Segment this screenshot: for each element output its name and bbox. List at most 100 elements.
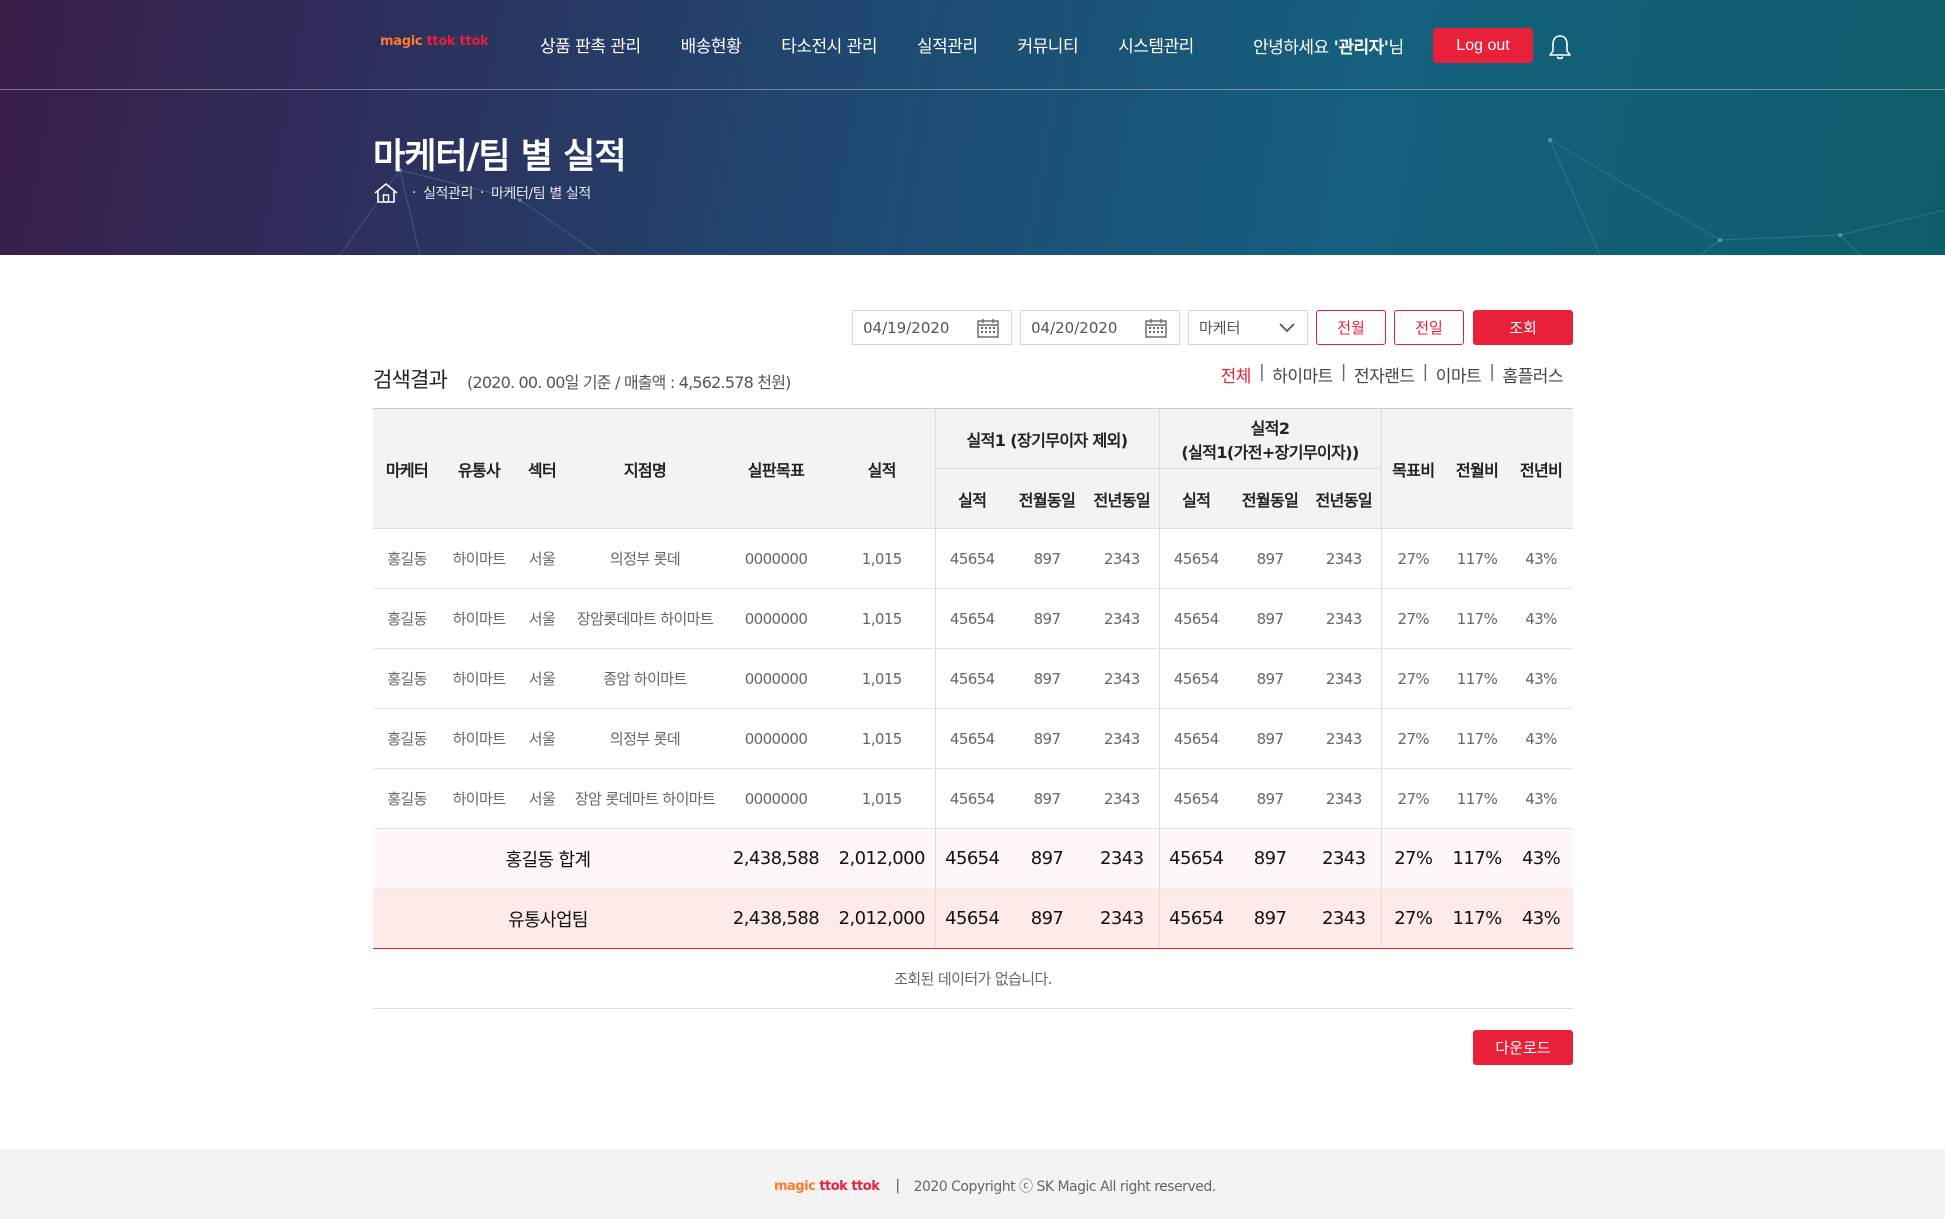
cell-target-ratio: 27% [1380, 528, 1446, 589]
tab-separator: | [1258, 362, 1265, 382]
cell-g1-yoy: 2343 [1085, 888, 1160, 949]
breadcrumb-separator: · [479, 185, 485, 201]
cell-g2-perf: 45654 [1158, 588, 1234, 649]
bell-icon[interactable] [1548, 33, 1572, 61]
cell-distributor: 하이마트 [441, 708, 517, 769]
header-group2-line2: (실적1(가전+장기무이자)) [1181, 442, 1359, 462]
cell-sector: 서울 [517, 708, 567, 769]
cell-yoy-ratio: 43% [1509, 588, 1574, 649]
cell-target-ratio: 27% [1380, 648, 1446, 709]
tab-separator: | [1489, 362, 1495, 382]
footer-separator: | [895, 1178, 900, 1194]
table-row: 홍길동 하이마트 서울 의정부 롯데 0000000 1,015 45654 897 2343 4… [373, 528, 1574, 589]
nav-item-system[interactable]: 시스템관리 [1118, 32, 1194, 57]
cell-distributor: 하이마트 [441, 588, 517, 649]
nav-item-delivery[interactable]: 배송현황 [681, 32, 742, 57]
cell-performance: 1,015 [829, 648, 935, 709]
search-button[interactable]: 조회 [1473, 310, 1573, 345]
breadcrumb-item-performance[interactable]: 실적관리 [423, 183, 473, 203]
cell-g1-mom: 897 [1009, 708, 1085, 769]
logo-text-part1: magic [380, 34, 427, 49]
cell-target-ratio: 27% [1380, 828, 1446, 889]
cell-g1-mom: 897 [1009, 768, 1085, 829]
calendar-icon[interactable] [977, 318, 999, 338]
cell-performance: 1,015 [829, 768, 935, 829]
cell-marketer: 홍길동 [373, 588, 441, 649]
date-to-input[interactable]: 04/20/2020 [1020, 310, 1180, 345]
prev-month-button[interactable]: 전월 [1316, 310, 1386, 345]
result-title: 검색결과 [373, 368, 448, 392]
cell-marketer: 홍길동 [373, 768, 441, 829]
header-performance: 실적 [829, 408, 935, 529]
performance-table: 마케터 유통사 섹터 지점명 실판목표 실적 실적1 (장기무이자 제외) 실적… [373, 408, 1574, 1009]
calendar-icon[interactable] [1145, 318, 1167, 338]
cell-yoy-ratio: 43% [1509, 828, 1574, 889]
tab-homeplus[interactable]: 홈플러스 [1502, 362, 1563, 387]
cell-g1-mom: 897 [1009, 588, 1085, 649]
nav-item-display[interactable]: 타소전시 관리 [781, 32, 877, 57]
home-icon[interactable] [373, 182, 399, 204]
page-title: 마케터/팀 별 실적 [373, 137, 627, 177]
logout-button[interactable]: Log out [1433, 28, 1533, 63]
empty-message: 조회된 데이터가 없습니다. [373, 948, 1574, 1009]
select-value: 마케터 [1199, 319, 1241, 337]
tab-electroland[interactable]: 전자랜드 [1354, 362, 1415, 387]
cell-g1-yoy: 2343 [1085, 768, 1160, 829]
tab-himart[interactable]: 하이마트 [1272, 362, 1333, 387]
prev-day-button[interactable]: 전일 [1394, 310, 1464, 345]
cell-g2-mom: 897 [1233, 828, 1308, 889]
cell-performance: 2,012,000 [829, 828, 935, 889]
footer-logo: magic ttok ttok [774, 1179, 880, 1194]
cell-g1-perf: 45654 [934, 528, 1009, 589]
cell-g1-yoy: 2343 [1085, 708, 1160, 769]
nav-item-performance[interactable]: 실적관리 [917, 32, 978, 57]
marketer-select[interactable]: 마케터 [1188, 310, 1308, 345]
table-row: 홍길동 하이마트 서울 장암 롯데마트 하이마트 0000000 1,015 45654 89… [373, 768, 1574, 829]
cell-g2-mom: 897 [1233, 888, 1308, 949]
cell-target: 0000000 [723, 648, 829, 709]
header-group2: 실적2 (실적1(가전+장기무이자)) [1158, 408, 1382, 469]
cell-performance: 1,015 [829, 528, 935, 589]
cell-performance: 1,015 [829, 708, 935, 769]
cell-g2-mom: 897 [1233, 708, 1308, 769]
nav-item-community[interactable]: 커뮤니티 [1018, 32, 1079, 57]
tab-all[interactable]: 전체 [1221, 362, 1252, 387]
cell-mom-ratio: 117% [1445, 528, 1510, 589]
cell-g1-yoy: 2343 [1085, 828, 1160, 889]
cell-target-ratio: 27% [1380, 588, 1446, 649]
cell-mom-ratio: 117% [1445, 588, 1510, 649]
cell-target: 0000000 [723, 528, 829, 589]
header-target-ratio: 목표비 [1380, 408, 1446, 529]
chevron-down-icon [1279, 322, 1295, 332]
cell-g2-perf: 45654 [1158, 828, 1234, 889]
cell-sector: 서울 [517, 768, 567, 829]
nav-item-promotion[interactable]: 상품 판촉 관리 [540, 32, 641, 57]
cell-branch: 장암롯데마트 하이마트 [567, 588, 723, 649]
cell-g2-perf: 45654 [1158, 708, 1234, 769]
cell-distributor: 하이마트 [441, 648, 517, 709]
main-nav: 상품 판촉 관리 배송현황 타소전시 관리 실적관리 커뮤니티 시스템관리 [540, 32, 1234, 57]
cell-target: 0000000 [723, 588, 829, 649]
cell-target-ratio: 27% [1380, 708, 1446, 769]
tab-emart[interactable]: 이마트 [1436, 362, 1482, 387]
result-subtitle: (2020. 00. 00일 기준 / 매출액 : 4,562.578 천원) [467, 373, 791, 392]
date-from-input[interactable]: 04/19/2020 [852, 310, 1012, 345]
cell-marketer: 홍길동 [373, 708, 441, 769]
cell-g1-yoy: 2343 [1085, 528, 1160, 589]
cell-g2-yoy: 2343 [1307, 888, 1382, 949]
cell-performance: 2,012,000 [829, 888, 935, 949]
cell-yoy-ratio: 43% [1509, 528, 1574, 589]
header-target: 실판목표 [723, 408, 829, 529]
cell-label: 홍길동 합계 [373, 828, 723, 889]
cell-g1-mom: 897 [1009, 648, 1085, 709]
cell-g2-perf: 45654 [1158, 768, 1234, 829]
cell-g2-perf: 45654 [1158, 648, 1234, 709]
cell-g1-perf: 45654 [934, 768, 1009, 829]
cell-marketer: 홍길동 [373, 528, 441, 589]
cell-mom-ratio: 117% [1445, 708, 1510, 769]
header-g2-mom: 전월동일 [1233, 468, 1308, 529]
download-button[interactable]: 다운로드 [1473, 1030, 1573, 1065]
brand-logo[interactable]: magic ttok ttok [380, 34, 489, 49]
cell-g1-perf: 45654 [934, 648, 1009, 709]
cell-g1-perf: 45654 [934, 888, 1009, 949]
